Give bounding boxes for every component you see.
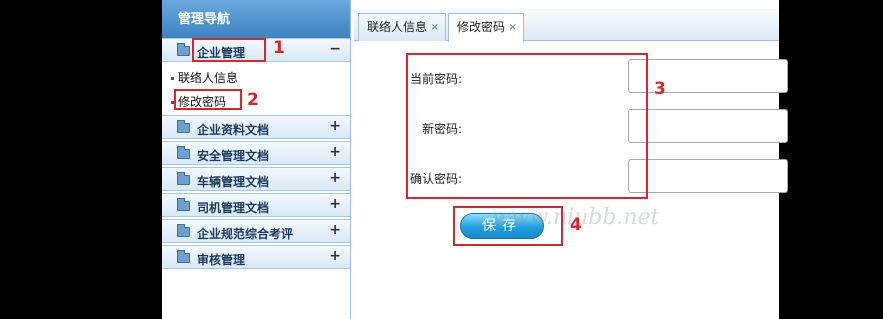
collapse-icon[interactable]: − [329,41,341,57]
sidebar-group-label: 司机管理文档 [197,201,270,215]
sidebar-group-safety-docs[interactable]: 安全管理文档 + [162,141,350,165]
folder-icon [177,120,190,133]
sidebar-item-label: 联络人信息 [178,71,239,85]
folder-icon [177,172,190,185]
sidebar-group-label: 企业规范综合考评 [197,227,294,241]
expand-icon[interactable]: + [329,170,341,186]
sidebar-title: 管理导航 [162,0,350,38]
annotation-number-2: 2 [247,90,259,110]
tab-contact-info[interactable]: 联络人信息 × [358,13,446,41]
sidebar-group-standards-evaluation[interactable]: 企业规范综合考评 + [162,219,350,243]
sidebar-group-label: 安全管理文档 [197,149,270,163]
sidebar-group-label: 审核管理 [197,253,246,267]
tab-change-password[interactable]: 修改密码 × [448,13,524,42]
new-password-field[interactable] [628,109,788,143]
app-window: 管理导航 企业管理 − 联络人信息 修改密码 企业资料文档 + 安全管理文档 +… [162,0,788,319]
annotation-box-2 [174,89,242,110]
annotation-box-4 [453,206,563,246]
folder-icon [177,43,190,56]
tab-label: 联络人信息 [367,20,428,34]
folder-icon [177,224,190,237]
annotation-box-1 [192,38,266,62]
close-icon[interactable]: × [431,14,439,41]
expand-icon[interactable]: + [329,118,341,134]
sidebar-item-contact-info[interactable]: 联络人信息 [171,69,238,86]
expand-icon[interactable]: + [329,222,341,238]
sidebar-group-driver-docs[interactable]: 司机管理文档 + [162,193,350,217]
sidebar-group-label: 企业资料文档 [197,123,270,137]
tab-bar: 联络人信息 × 修改密码 × [354,9,779,42]
bullet-icon [171,77,174,80]
folder-icon [177,250,190,263]
confirm-password-field[interactable] [628,159,788,193]
expand-icon[interactable]: + [329,144,341,160]
close-icon[interactable]: × [509,14,517,41]
expand-icon[interactable]: + [329,196,341,212]
sidebar-group-review[interactable]: 审核管理 + [162,245,350,269]
annotation-box-3 [406,53,648,199]
annotation-number-1: 1 [273,38,285,58]
sidebar-group-enterprise-docs[interactable]: 企业资料文档 + [162,115,350,139]
annotation-number-4: 4 [570,215,582,235]
tab-label: 修改密码 [457,20,506,34]
folder-icon [177,146,190,159]
folder-icon [177,198,190,211]
annotation-number-3: 3 [654,79,666,99]
current-password-field[interactable] [628,59,788,93]
expand-icon[interactable]: + [329,248,341,264]
sidebar-group-vehicle-docs[interactable]: 车辆管理文档 + [162,167,350,191]
sidebar-group-label: 车辆管理文档 [197,175,270,189]
